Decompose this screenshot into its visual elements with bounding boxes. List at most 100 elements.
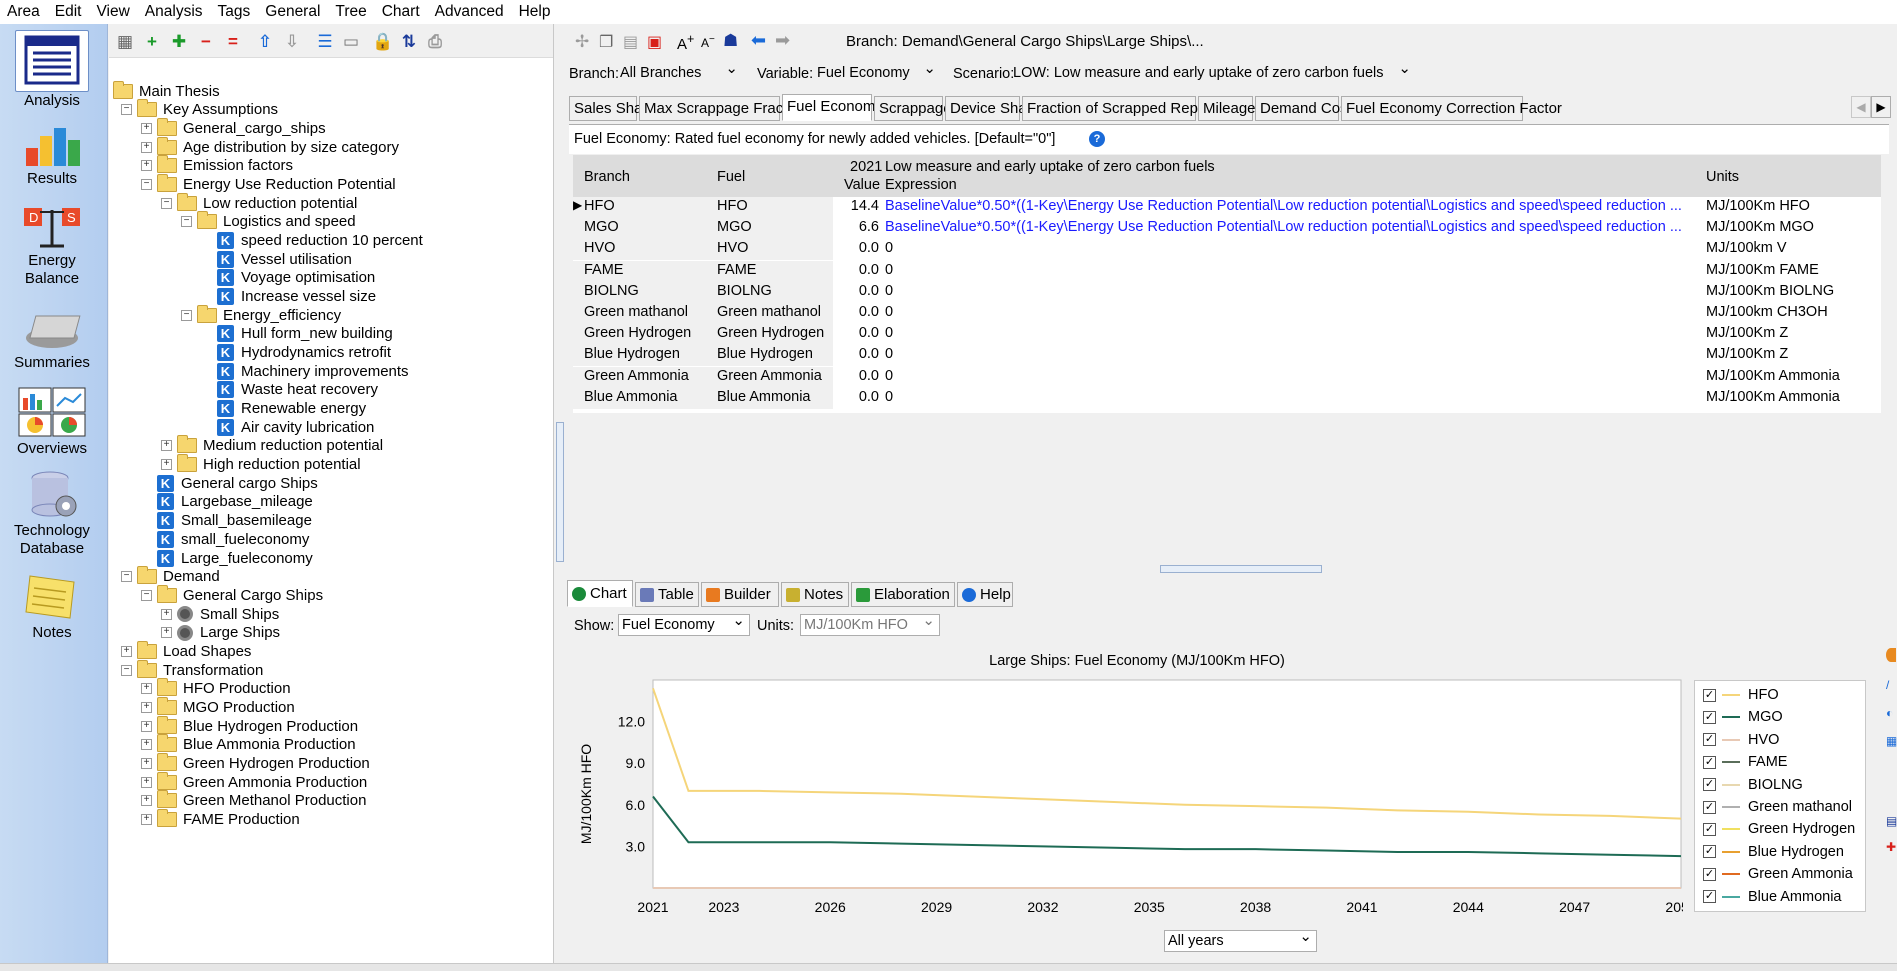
cell-value[interactable]: 0.0 — [799, 325, 879, 341]
tab-max-scrappage-fraction[interactable]: Max Scrappage Fraction — [639, 96, 807, 121]
view-analysis-button[interactable]: Analysis — [0, 30, 104, 110]
expand-icon[interactable]: + — [141, 701, 152, 713]
outline-icon[interactable]: ☰ — [315, 32, 335, 52]
expand-icon[interactable]: + — [161, 440, 172, 452]
cell-value[interactable]: 0.0 — [799, 262, 879, 278]
cell-expression[interactable]: 0 — [885, 283, 1691, 299]
table-row[interactable]: Green mathanol Green mathanol 0.0 0 MJ/100km… — [573, 303, 1881, 324]
pin-icon[interactable]: ✢ — [575, 32, 589, 52]
tab-table[interactable]: Table — [635, 582, 699, 607]
delete-branch-icon[interactable]: − — [196, 32, 216, 52]
cell-expression[interactable]: 0 — [885, 389, 1691, 405]
legend-checkbox[interactable]: ✓ — [1703, 733, 1716, 747]
help-icon[interactable]: ? — [1089, 131, 1105, 147]
legend-checkbox[interactable]: ✓ — [1703, 755, 1716, 769]
tab-notes[interactable]: Notes — [781, 582, 849, 607]
show-select[interactable]: Fuel Economy — [618, 611, 750, 636]
tab-chart[interactable]: Chart — [567, 580, 633, 607]
expand-icon[interactable]: + — [141, 814, 152, 826]
cell-expression[interactable]: BaselineValue*0.50*((1-Key\Energy Use Re… — [885, 219, 1691, 235]
cell-value[interactable]: 0.0 — [799, 368, 879, 384]
tab-fraction-of-scrapped-replaced[interactable]: Fraction of Scrapped Replaced — [1022, 96, 1234, 121]
cell-value[interactable]: 6.6 — [799, 219, 879, 235]
view-energy-balance-button[interactable]: DS Energy Balance — [0, 204, 104, 288]
expand-icon[interactable]: + — [141, 122, 152, 134]
tab-scroll-left-icon[interactable]: ◀ — [1851, 96, 1871, 118]
variable-select[interactable]: Fuel Economy — [814, 59, 940, 85]
table-row[interactable]: MGO MGO 6.6 BaselineValue*0.50*((1-Key\Ener… — [573, 218, 1881, 240]
expand-icon[interactable]: + — [121, 645, 132, 657]
cell-value[interactable]: 0.0 — [799, 304, 879, 320]
table-row[interactable]: Blue Ammonia Blue Ammonia 0.0 0 MJ/100Km Amm… — [573, 387, 1881, 409]
cell-expression[interactable]: 0 — [885, 325, 1691, 341]
menu-general[interactable]: General — [258, 3, 328, 21]
tab-demand-cost[interactable]: Demand Cost — [1255, 96, 1352, 121]
table-row[interactable]: HVO HVO 0.0 0 MJ/100km V — [573, 239, 1881, 261]
view-summaries-button[interactable]: Summaries — [0, 308, 104, 372]
view-technology-database-button[interactable]: Technology Database — [0, 468, 104, 558]
legend-item[interactable]: ✓ Blue Ammonia — [1703, 886, 1842, 908]
expand-icon[interactable]: + — [141, 141, 152, 153]
table-row[interactable]: Green Hydrogen Green Hydrogen 0.0 0 MJ/100Km… — [573, 324, 1881, 346]
expand-icon[interactable]: + — [141, 776, 152, 788]
collapse-icon[interactable]: − — [121, 104, 132, 116]
expand-icon[interactable]: + — [141, 160, 152, 172]
view-results-button[interactable]: Results — [0, 122, 104, 188]
expand-icon[interactable]: + — [161, 459, 172, 471]
puzzle-icon[interactable]: ✚ — [1886, 840, 1896, 854]
move-up-icon[interactable]: ⇧ — [255, 32, 275, 52]
legend-item[interactable]: ✓ BIOLNG — [1703, 774, 1803, 796]
users-icon[interactable]: ☗ — [723, 31, 738, 51]
menu-edit[interactable]: Edit — [48, 3, 90, 21]
collapse-icon[interactable]: − — [181, 309, 192, 321]
grid-icon[interactable]: ▦ — [1886, 734, 1897, 748]
expand-icon[interactable]: + — [161, 627, 172, 639]
collapse-icon[interactable]: − — [121, 571, 132, 583]
legend-checkbox[interactable]: ✓ — [1703, 890, 1716, 904]
menu-chart[interactable]: Chart — [375, 3, 428, 21]
scenario-select[interactable]: LOW: Low measure and early uptake of zer… — [1010, 59, 1415, 85]
tab-scroll-right-icon[interactable]: ▶ — [1871, 96, 1891, 118]
years-select[interactable]: All years — [1164, 927, 1317, 952]
units-select[interactable]: MJ/100Km HFO — [800, 611, 940, 636]
vertical-splitter[interactable] — [556, 422, 564, 562]
expand-icon[interactable]: + — [141, 757, 152, 769]
view-notes-button[interactable]: Notes — [0, 570, 104, 642]
legend-item[interactable]: ✓ Green mathanol — [1703, 796, 1852, 818]
branch-select[interactable]: All Branches — [617, 59, 742, 85]
edit-properties-icon[interactable]: ▦ — [115, 32, 135, 52]
menu-analysis[interactable]: Analysis — [138, 3, 211, 21]
tab-device-share[interactable]: Device Share — [945, 96, 1040, 121]
legend-item[interactable]: ✓ HFO — [1703, 684, 1779, 706]
table-row[interactable]: FAME FAME 0.0 0 MJ/100Km FAME — [573, 260, 1881, 282]
lock-icon[interactable]: 🔒 — [372, 32, 393, 52]
sort-icon[interactable]: ⇅ — [399, 32, 419, 52]
cell-expression[interactable]: 0 — [885, 262, 1691, 278]
expand-icon[interactable]: + — [141, 739, 152, 751]
legend-checkbox[interactable]: ✓ — [1703, 845, 1716, 859]
font-larger-icon[interactable]: A+ — [677, 32, 694, 53]
cell-expression[interactable]: 0 — [885, 368, 1691, 384]
move-down-icon[interactable]: ⇩ — [282, 32, 302, 52]
print-icon[interactable]: ⎙ — [425, 32, 445, 52]
back-arrow-icon[interactable]: ⬅ — [751, 30, 766, 51]
horizontal-splitter[interactable] — [1160, 565, 1322, 573]
tab-sales-share[interactable]: Sales Share — [569, 96, 656, 121]
cell-value[interactable]: 0.0 — [799, 283, 879, 299]
tab-elaboration[interactable]: Elaboration — [851, 582, 955, 607]
collapse-icon[interactable]: − — [141, 178, 152, 190]
legend-checkbox[interactable]: ✓ — [1703, 867, 1716, 881]
expand-icon[interactable]: + — [141, 795, 152, 807]
pie-icon[interactable] — [1886, 648, 1896, 662]
collapse-icon[interactable]: − — [181, 216, 192, 228]
add-branch-icon[interactable]: + — [142, 32, 162, 52]
forward-arrow-icon[interactable]: ➡ — [775, 30, 790, 51]
legend-item[interactable]: ✓ Green Hydrogen — [1703, 818, 1855, 840]
copy-icon[interactable]: ❐ — [599, 32, 613, 52]
cell-expression[interactable]: BaselineValue*0.50*((1-Key\Energy Use Re… — [885, 198, 1691, 214]
legend-checkbox[interactable]: ✓ — [1703, 800, 1716, 814]
save-icon[interactable]: ▣ — [647, 32, 662, 52]
menu-advanced[interactable]: Advanced — [428, 3, 512, 21]
legend-item[interactable]: ✓ FAME — [1703, 751, 1787, 773]
legend-item[interactable]: ✓ MGO — [1703, 706, 1783, 728]
